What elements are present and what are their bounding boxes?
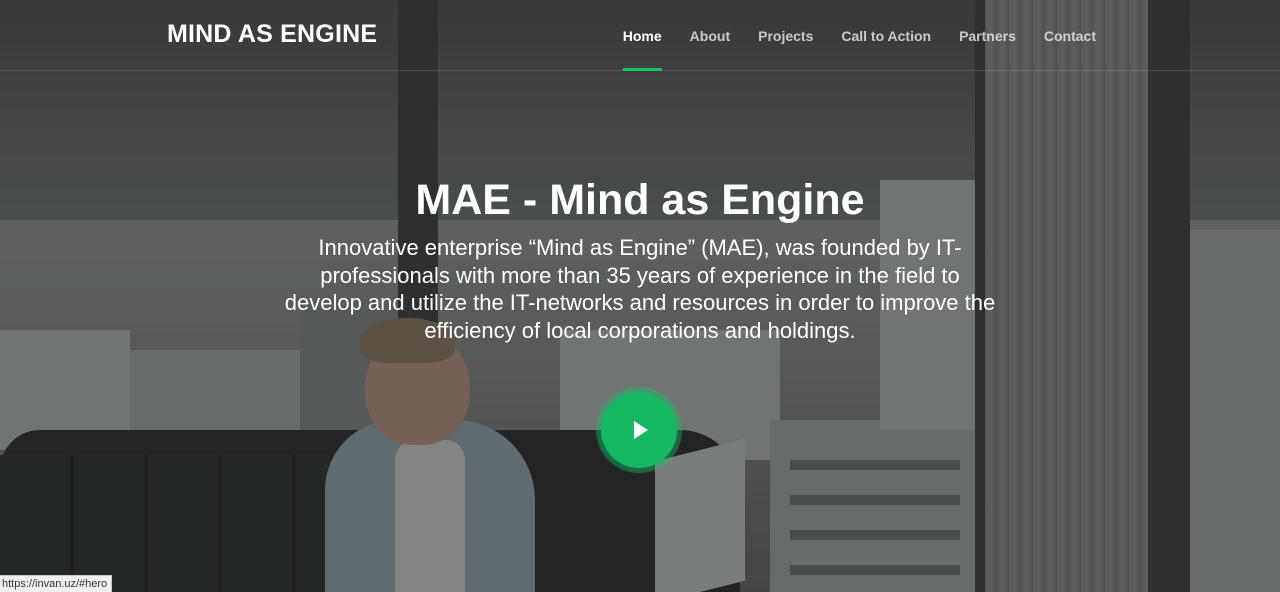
play-video-button[interactable] — [601, 392, 677, 468]
hero-section: MIND AS ENGINE Home About Projects Call … — [0, 0, 1280, 592]
status-bar-url: https://invan.uz/#hero — [0, 575, 113, 592]
hero-title: MAE - Mind as Engine — [415, 176, 865, 224]
hero-description: Innovative enterprise “Mind as Engine” (… — [284, 235, 996, 343]
play-icon — [634, 421, 648, 439]
site-header: MIND AS ENGINE Home About Projects Call … — [0, 0, 1280, 71]
hero-content: MAE - Mind as Engine Innovative enterpri… — [0, 172, 1280, 344]
nav-item-contact[interactable]: Contact — [1030, 0, 1110, 70]
nav-item-partners[interactable]: Partners — [945, 0, 1030, 70]
nav-item-home[interactable]: Home — [609, 0, 676, 71]
nav-item-about[interactable]: About — [676, 0, 744, 70]
main-nav: Home About Projects Call to Action Partn… — [609, 0, 1110, 71]
nav-item-projects[interactable]: Projects — [744, 0, 827, 70]
nav-item-call-to-action[interactable]: Call to Action — [827, 0, 945, 70]
site-logo[interactable]: MIND AS ENGINE — [167, 20, 377, 49]
